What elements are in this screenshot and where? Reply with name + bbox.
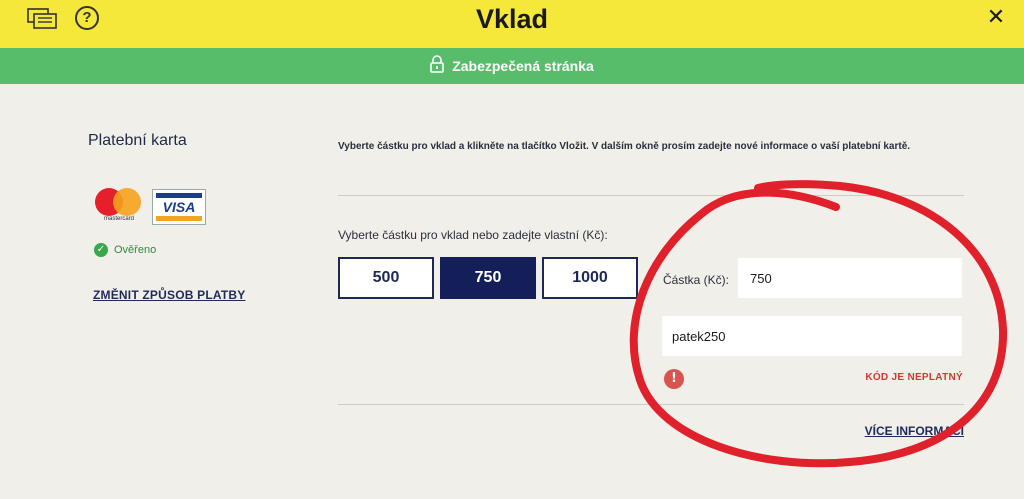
- visa-logo: VISA: [152, 189, 206, 225]
- verified-status: ✓ Ověřeno: [94, 243, 156, 257]
- amount-input[interactable]: [738, 258, 962, 298]
- secure-page-text: Zabezpečená stránka: [452, 58, 594, 74]
- more-info-link[interactable]: VÍCE INFORMACÍ: [865, 424, 964, 438]
- mastercard-logo: mastercard: [93, 188, 145, 224]
- amount-option-500[interactable]: 500: [338, 257, 434, 299]
- mastercard-text: mastercard: [103, 216, 134, 222]
- promo-code-input[interactable]: [662, 316, 962, 356]
- invalid-code-message: KÓD JE NEPLATNÝ: [865, 372, 963, 383]
- secure-page-banner: Zabezpečená stránka: [0, 48, 1024, 84]
- payment-method-title: Platební karta: [88, 132, 187, 149]
- deposit-instructions: Vyberte částku pro vklad a klikněte na t…: [338, 141, 911, 152]
- error-icon: !: [664, 369, 684, 389]
- divider: [338, 195, 964, 196]
- amount-label: Částka (Kč):: [663, 273, 730, 287]
- verified-text: Ověřeno: [114, 244, 157, 256]
- page-title: Vklad: [475, 4, 549, 34]
- divider: [338, 404, 964, 405]
- lock-icon: [430, 54, 444, 78]
- visa-text: VISA: [162, 199, 196, 215]
- header-bar: ? Vklad ✕: [0, 0, 1024, 48]
- amount-prompt: Vyberte částku pro vklad nebo zadejte vl…: [338, 228, 608, 242]
- change-payment-method-link[interactable]: ZMĚNIT ZPŮSOB PLATBY: [93, 288, 245, 302]
- close-icon[interactable]: ✕: [984, 4, 1008, 32]
- amount-option-750[interactable]: 750: [440, 257, 536, 299]
- amount-option-1000[interactable]: 1000: [542, 257, 638, 299]
- check-icon: ✓: [94, 243, 108, 257]
